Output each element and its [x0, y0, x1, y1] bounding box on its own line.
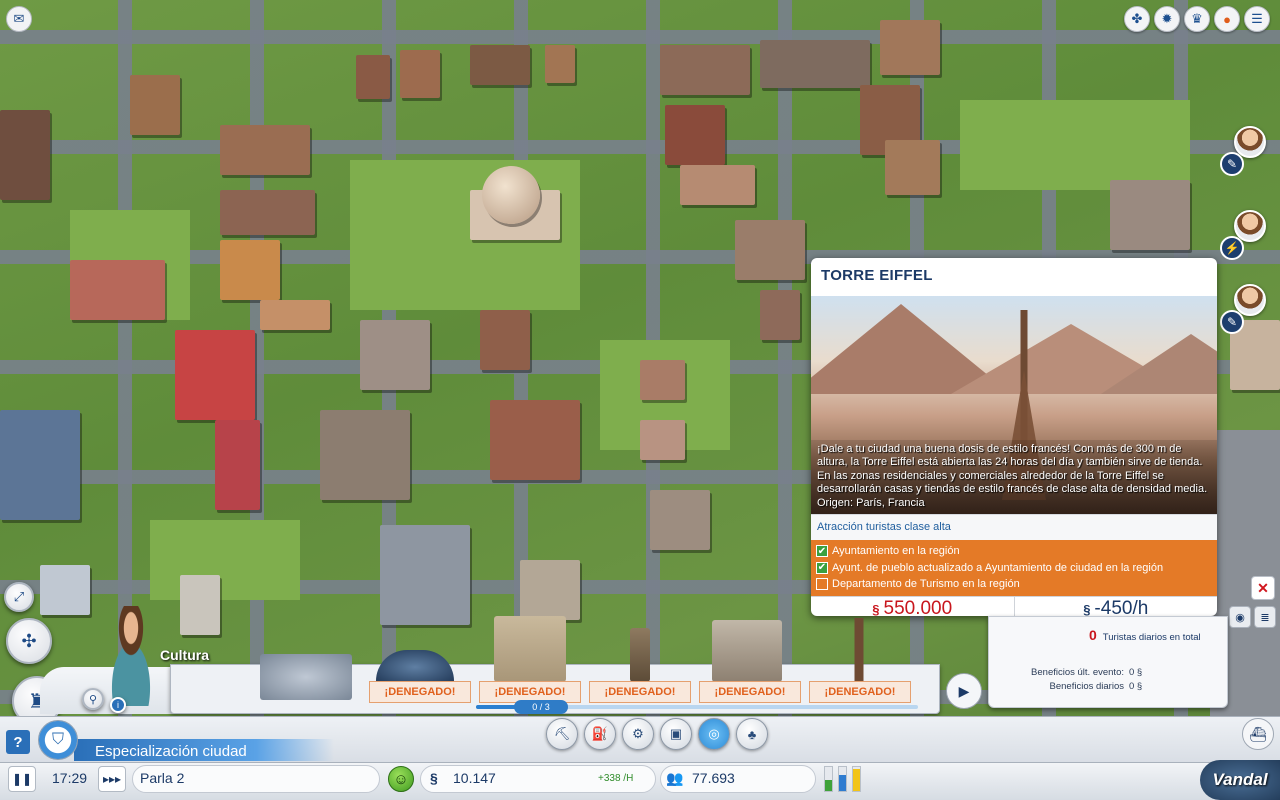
trade-icon[interactable]: ⚙	[622, 718, 654, 750]
income-value: +338 /H	[598, 773, 634, 784]
tourism-stats-panel: 0 Turistas diarios en total Beneficios úl…	[988, 616, 1228, 708]
tourists-label: Turistas diarios en total	[1102, 632, 1201, 643]
help-button[interactable]: ?	[6, 730, 30, 754]
requirement-item: Departamento de Turismo en la región	[811, 576, 1217, 593]
cost-row: § 550.000 § -450/h	[811, 595, 1218, 617]
search-icon[interactable]: ⚲	[82, 688, 104, 710]
denied-button[interactable]: ¡DENEGADO!	[369, 681, 471, 703]
popup-description: ¡Dale a tu ciudad una buena dosis de est…	[811, 439, 1217, 514]
rci-meter-residential[interactable]	[824, 766, 833, 792]
pause-button[interactable]: ❚❚	[8, 766, 36, 792]
city-name: Parla 2	[140, 770, 185, 786]
simoleon-icon: §	[430, 770, 438, 786]
description-paragraph: ¡Dale a tu ciudad una buena dosis de est…	[817, 442, 1203, 469]
daily-benefit-value: 0 §	[1129, 681, 1143, 692]
tourism-icon[interactable]: ◎	[698, 718, 730, 750]
vote-icon[interactable]: ✎	[1220, 152, 1244, 176]
description-paragraph-2: En las zonas residenciales y comerciales…	[817, 469, 1208, 496]
event-benefit-value: 0 §	[1129, 667, 1143, 678]
popup-title: TORRE EIFFEL	[821, 267, 933, 284]
building-thumb[interactable]	[848, 618, 870, 682]
electronics-icon[interactable]: ▣	[660, 718, 692, 750]
next-page-button[interactable]: ▶	[946, 673, 982, 709]
event-benefit-label: Beneficios últ. evento:	[1031, 667, 1124, 678]
check-icon: ✔	[816, 545, 828, 558]
oil-icon[interactable]: ⛽	[584, 718, 616, 750]
requirement-item: ✔ Ayunt. de pueblo actualizado a Ayuntam…	[811, 560, 1217, 577]
rci-meter-industrial[interactable]	[852, 766, 861, 792]
culture-advisor	[96, 606, 166, 706]
camera-icon[interactable]: ◉	[1229, 606, 1251, 628]
requirement-item: ✔ Ayuntamiento en la región	[811, 543, 1217, 560]
notifications-icon[interactable]: ●	[1214, 6, 1240, 32]
list-icon[interactable]: ≣	[1254, 606, 1276, 628]
building-preview-image: ¡Dale a tu ciudad una buena dosis de est…	[811, 296, 1217, 514]
check-icon: ✔	[816, 561, 828, 574]
population-value: 77.693	[692, 770, 735, 786]
population-icon: 👥	[666, 770, 684, 786]
ship-icon[interactable]: ⛴	[1242, 718, 1274, 750]
trophy-icon[interactable]: ♛	[1184, 6, 1210, 32]
building-thumb[interactable]	[494, 616, 566, 682]
region-icon[interactable]: ✹	[1154, 6, 1180, 32]
denied-button[interactable]: ¡DENEGADO!	[809, 681, 911, 703]
requirement-label: Ayunt. de pueblo actualizado a Ayuntamie…	[832, 561, 1164, 574]
upkeep-cost: § -450/h	[1015, 597, 1218, 617]
vote-icon[interactable]: ✎	[1220, 310, 1244, 334]
requirement-label: Ayuntamiento en la región	[832, 545, 960, 558]
building-thumb[interactable]	[260, 654, 352, 700]
funds-value: 10.147	[453, 770, 496, 786]
daily-benefit-label: Beneficios diarios	[1049, 681, 1124, 692]
origin-text: Origen: París, Francia	[817, 496, 925, 509]
gambling-icon[interactable]: ♣	[736, 718, 768, 750]
tourists-total: 0 Turistas diarios en total	[1089, 627, 1201, 643]
upkeep-value: -450/h	[1094, 598, 1149, 616]
side-buttons: ◉ ≣	[1229, 606, 1276, 628]
game-time: 17:29	[52, 770, 88, 786]
cost-value: 550.000	[883, 598, 953, 616]
power-icon[interactable]: ⚡	[1220, 236, 1244, 260]
building-cost: § 550.000	[811, 596, 1015, 617]
building-thumb[interactable]	[712, 620, 782, 682]
mining-icon[interactable]: ⛏	[546, 718, 578, 750]
rci-meter-commercial[interactable]	[838, 766, 847, 792]
denied-button[interactable]: ¡DENEGADO!	[589, 681, 691, 703]
simoleon-icon: §	[872, 601, 880, 617]
top-right-toolbar: ✤ ✹ ♛ ● ☰	[1124, 6, 1270, 32]
specialization-shield-icon[interactable]: ⛉	[38, 720, 78, 760]
requirements-list: ✔ Ayuntamiento en la región ✔ Ayunt. de …	[811, 540, 1217, 596]
chat-icon[interactable]: ✉	[6, 6, 32, 32]
building-info-popup: TORRE EIFFEL ¡Dale a tu ciudad una buena…	[811, 258, 1217, 616]
attraction-type: Atracción turistas clase alta	[811, 514, 1217, 540]
vandal-watermark: Vandal	[1200, 760, 1280, 800]
awards-icon[interactable]: ✤	[1124, 6, 1150, 32]
denied-button[interactable]: ¡DENEGADO!	[699, 681, 801, 703]
data-maps-icon[interactable]: ⤢	[4, 582, 34, 612]
happiness-icon[interactable]: ☺	[388, 766, 414, 792]
menu-icon[interactable]: ☰	[1244, 6, 1270, 32]
network-icon[interactable]: ✣	[6, 618, 52, 664]
close-button[interactable]: ✕	[1251, 576, 1275, 600]
building-thumb[interactable]	[630, 628, 650, 682]
info-icon[interactable]: i	[110, 697, 126, 713]
speed-button[interactable]: ▸▸▸	[98, 766, 126, 792]
requirement-label: Departamento de Turismo en la región	[832, 578, 1020, 591]
unchecked-box-icon	[816, 578, 828, 591]
simoleon-icon: §	[1083, 601, 1091, 617]
category-label: Cultura	[160, 647, 209, 663]
tourists-value: 0	[1089, 627, 1097, 643]
page-indicator: 0 / 3	[514, 700, 568, 714]
specialization-label: Especialización ciudad	[95, 743, 247, 760]
